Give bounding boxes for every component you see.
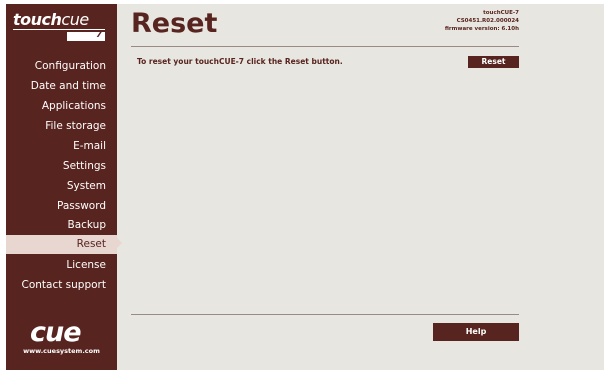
touchcue-logo: touchcue 7 [13,10,110,41]
reset-instruction: To reset your touchCUE-7 click the Reset… [137,57,343,66]
cue-website-link[interactable]: www.cuesystem.com [6,347,117,356]
sidebar-item-configuration[interactable]: Configuration [6,57,117,76]
cue-footer-logo: cue [30,317,82,348]
sidebar-item-reset[interactable]: Reset [6,235,117,254]
sidebar-item-system[interactable]: System [6,177,117,196]
device-name: touchCUE-7 [483,10,519,16]
sidebar-item-contact-support[interactable]: Contact support [6,276,117,295]
device-serial: CS0451.R02.000024 [456,18,519,24]
page-title: Reset [131,8,218,39]
reset-button[interactable]: Reset [468,56,519,68]
help-button[interactable]: Help [433,323,519,341]
sidebar-item-license[interactable]: License [6,256,117,275]
header-divider [131,46,519,47]
logo-light-text: cue [61,10,89,29]
logo-underline [13,29,105,30]
sidebar-item-applications[interactable]: Applications [6,97,117,116]
sidebar-item-date-and-time[interactable]: Date and time [6,77,117,96]
sidebar-item-email[interactable]: E-mail [6,137,117,156]
logo-wordmark: touchcue [13,10,89,29]
active-item-arrow-icon [117,238,122,248]
logo-bold-text: touch [13,10,62,29]
device-info: touchCUE-7 CS0451.R02.000024 firmware ve… [445,9,519,33]
sidebar-item-password[interactable]: Password [6,197,117,216]
sidebar-item-file-storage[interactable]: File storage [6,117,117,136]
footer-divider [131,314,519,315]
sidebar-item-backup[interactable]: Backup [6,216,117,235]
sidebar-item-settings[interactable]: Settings [6,157,117,176]
firmware-version: firmware version: 6.10h [444,26,519,32]
logo-model-number: 7 [96,30,103,40]
